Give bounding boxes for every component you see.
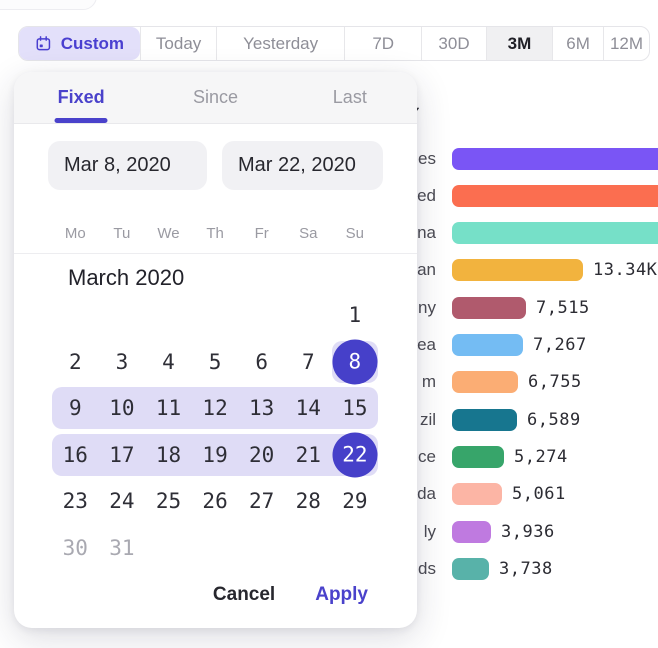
weekday-label: Sa: [285, 225, 332, 242]
chart-bar[interactable]: [452, 558, 489, 580]
calendar-empty-cell: [238, 527, 285, 569]
chart-bar[interactable]: [452, 222, 658, 244]
month-title: March 2020: [68, 265, 184, 291]
range-segment-yesterday[interactable]: Yesterday: [216, 27, 344, 60]
calendar-empty-cell: [285, 527, 332, 569]
calendar-day-2[interactable]: 2: [52, 341, 99, 383]
chart-value: 3,738: [499, 559, 553, 579]
calendar-day-22[interactable]: 22: [332, 434, 379, 476]
range-segment-today[interactable]: Today: [140, 27, 216, 60]
calendar-grid: 1234567891011121314151617181920212223242…: [52, 294, 378, 574]
calendar-day-21[interactable]: 21: [285, 434, 332, 476]
chart-value: 7,267: [533, 335, 587, 355]
calendar-day-17[interactable]: 17: [99, 434, 146, 476]
chart-bar[interactable]: [452, 409, 517, 431]
calendar-day-9[interactable]: 9: [52, 387, 99, 429]
cancel-button[interactable]: Cancel: [213, 584, 275, 606]
calendar-day-10[interactable]: 10: [99, 387, 146, 429]
calendar-empty-cell: [52, 294, 99, 336]
calendar-empty-cell: [192, 527, 239, 569]
range-segment-12m[interactable]: 12M: [603, 27, 649, 60]
range-segment-7d[interactable]: 7D: [344, 27, 421, 60]
range-segment-6m[interactable]: 6M: [552, 27, 603, 60]
selected-day-circle: 22: [332, 432, 377, 477]
chart-bar[interactable]: [452, 483, 502, 505]
date-range-toolbar: Custom TodayYesterday7D30D3M6M12M: [18, 26, 650, 61]
calendar-day-25[interactable]: 25: [145, 480, 192, 522]
calendar-icon: [35, 34, 52, 53]
calendar-empty-cell: [145, 294, 192, 336]
chart-value: 3,936: [501, 522, 555, 542]
calendar-day-8[interactable]: 8: [332, 341, 379, 383]
weekday-label: Tu: [99, 225, 146, 242]
calendar-day-5[interactable]: 5: [192, 341, 239, 383]
popup-footer: Cancel Apply: [213, 584, 368, 606]
weekday-label: Mo: [52, 225, 99, 242]
calendar-empty-cell: [192, 294, 239, 336]
calendar-day-18[interactable]: 18: [145, 434, 192, 476]
weekday-label: Th: [192, 225, 239, 242]
calendar-day-19[interactable]: 19: [192, 434, 239, 476]
chart-bar[interactable]: [452, 334, 523, 356]
calendar-day-27[interactable]: 27: [238, 480, 285, 522]
calendar-day-30[interactable]: 30: [52, 527, 99, 569]
start-date-input[interactable]: Mar 8, 2020: [48, 141, 207, 190]
chart-bar[interactable]: [452, 185, 658, 207]
tab-last[interactable]: Last: [283, 72, 417, 123]
apply-button[interactable]: Apply: [315, 584, 368, 606]
custom-range-label: Custom: [61, 34, 124, 54]
chart-value: 6,589: [527, 410, 581, 430]
calendar-empty-cell: [99, 294, 146, 336]
chart-bar[interactable]: [452, 259, 583, 281]
range-segment-30d[interactable]: 30D: [421, 27, 485, 60]
calendar-empty-cell: [332, 527, 379, 569]
calendar-day-12[interactable]: 12: [192, 387, 239, 429]
date-picker-tabs: FixedSinceLast: [14, 72, 417, 124]
tab-fixed[interactable]: Fixed: [14, 72, 148, 123]
calendar-day-6[interactable]: 6: [238, 341, 285, 383]
end-date-input[interactable]: Mar 22, 2020: [222, 141, 383, 190]
calendar-day-1[interactable]: 1: [332, 294, 379, 336]
chart-value: 5,274: [514, 447, 568, 467]
tab-since[interactable]: Since: [148, 72, 282, 123]
divider: [14, 253, 417, 254]
calendar-day-4[interactable]: 4: [145, 341, 192, 383]
weekday-header: MoTuWeThFrSaSu: [52, 225, 378, 242]
calendar-day-23[interactable]: 23: [52, 480, 99, 522]
calendar-day-28[interactable]: 28: [285, 480, 332, 522]
weekday-label: Fr: [238, 225, 285, 242]
calendar-day-16[interactable]: 16: [52, 434, 99, 476]
date-picker-popup: FixedSinceLast Mar 8, 2020 Mar 22, 2020 …: [14, 72, 417, 628]
calendar-day-13[interactable]: 13: [238, 387, 285, 429]
calendar-day-26[interactable]: 26: [192, 480, 239, 522]
selected-day-circle: 8: [332, 339, 377, 384]
calendar-day-11[interactable]: 11: [145, 387, 192, 429]
chart-value: 5,061: [512, 484, 566, 504]
calendar-day-7[interactable]: 7: [285, 341, 332, 383]
chart-value: 13.34K: [593, 260, 657, 280]
calendar-day-15[interactable]: 15: [332, 387, 379, 429]
chart-bar[interactable]: [452, 521, 491, 543]
calendar-day-24[interactable]: 24: [99, 480, 146, 522]
calendar-day-20[interactable]: 20: [238, 434, 285, 476]
range-segment-3m[interactable]: 3M: [486, 27, 552, 60]
calendar-empty-cell: [145, 527, 192, 569]
calendar-empty-cell: [285, 294, 332, 336]
weekday-label: We: [145, 225, 192, 242]
chart-bar[interactable]: [452, 297, 526, 319]
chart-value: 6,755: [528, 372, 582, 392]
chart-bar[interactable]: [452, 371, 518, 393]
weekday-label: Su: [332, 225, 379, 242]
calendar-empty-cell: [238, 294, 285, 336]
calendar-day-31[interactable]: 31: [99, 527, 146, 569]
chart-bar[interactable]: [452, 446, 504, 468]
calendar-day-3[interactable]: 3: [99, 341, 146, 383]
custom-range-button[interactable]: Custom: [19, 27, 140, 60]
chart-value: 7,515: [536, 298, 590, 318]
calendar-day-14[interactable]: 14: [285, 387, 332, 429]
chart-bar[interactable]: [452, 148, 658, 170]
calendar-day-29[interactable]: 29: [332, 480, 379, 522]
